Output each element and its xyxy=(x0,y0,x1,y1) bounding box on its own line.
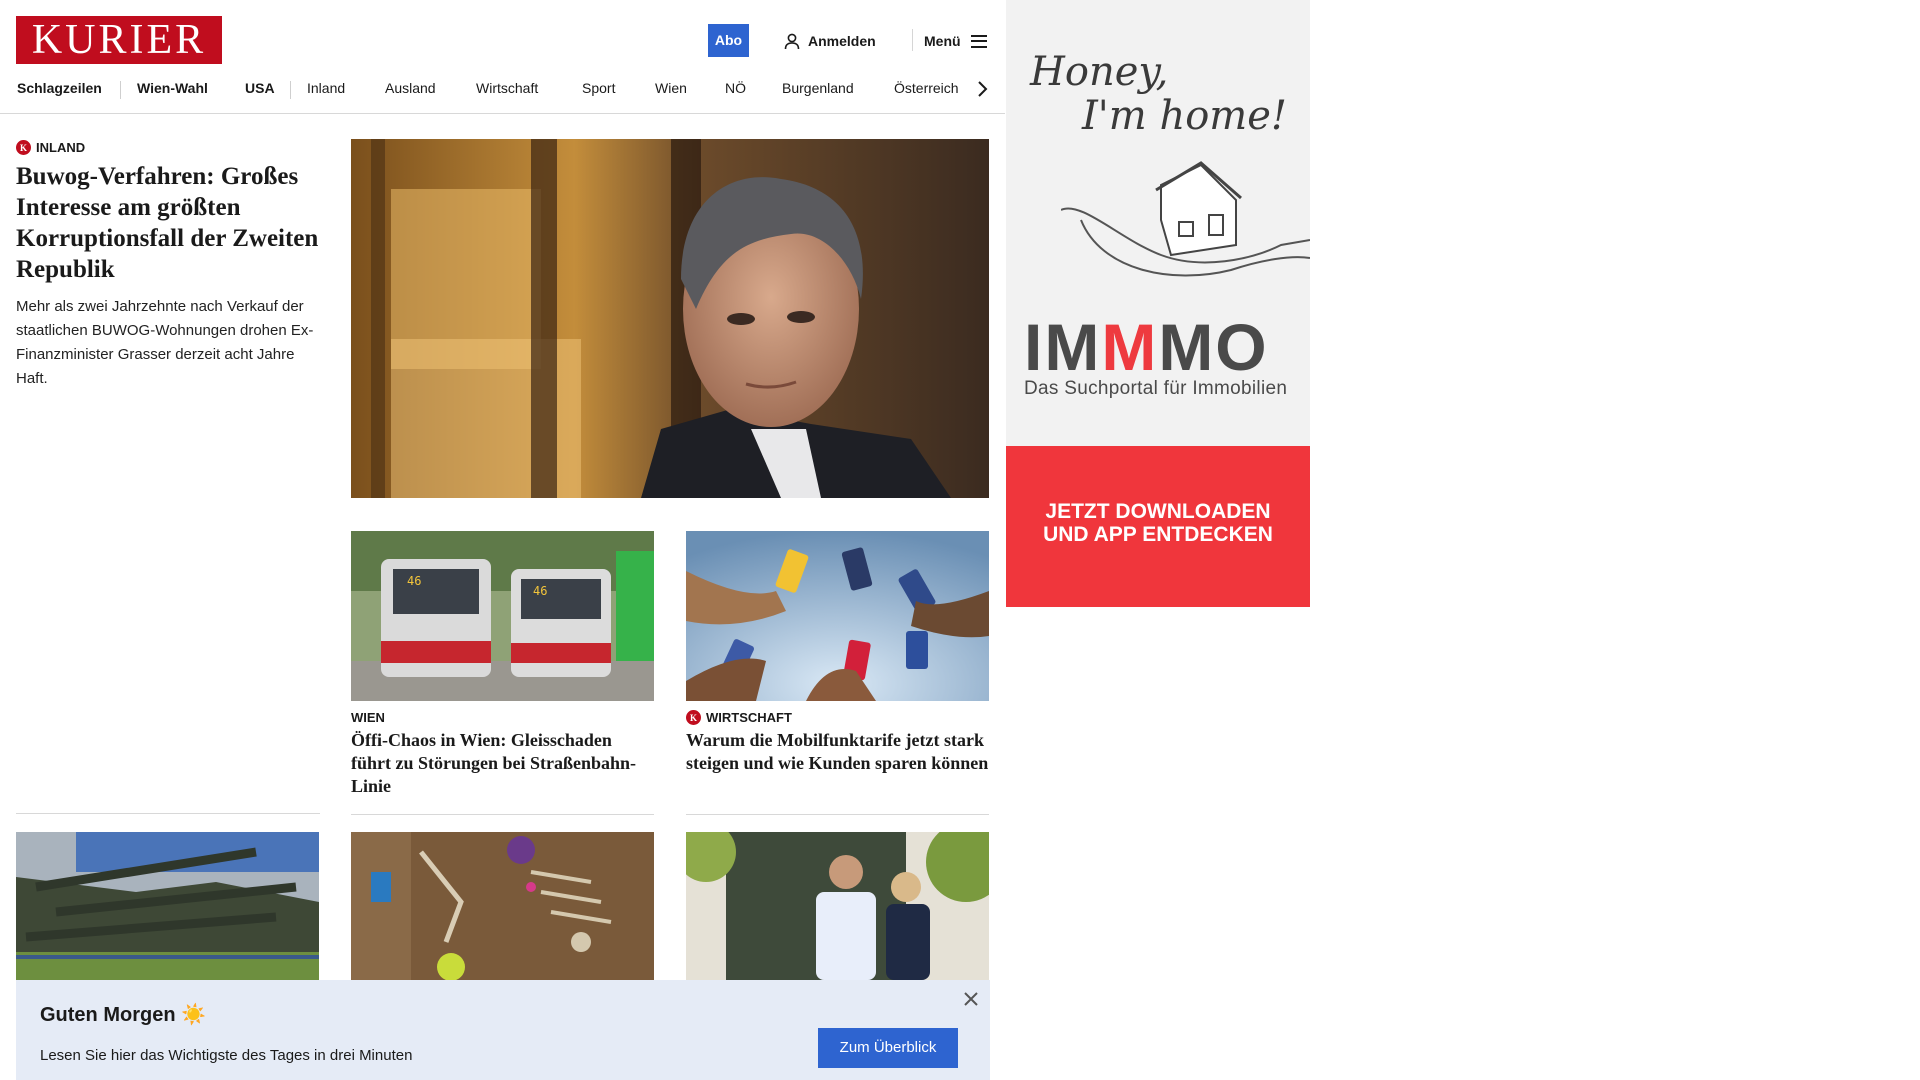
main-column: KURIER Abo Anmelden Menü Schlagzeilen Wi… xyxy=(0,0,1005,1080)
lead-category-label: INLAND xyxy=(36,140,86,155)
kurier-plus-icon: K xyxy=(16,140,31,155)
menu-label: Menü xyxy=(924,33,961,49)
ad-script-text: Honey, I'm home! xyxy=(1030,52,1287,136)
nav-item-oesterreich[interactable]: Österreich xyxy=(894,72,959,105)
teaser-image[interactable] xyxy=(16,832,319,980)
chevron-right-icon[interactable] xyxy=(974,80,990,98)
house-in-hand-icon xyxy=(1061,161,1310,277)
login-label: Anmelden xyxy=(808,33,876,49)
kurier-plus-icon: K xyxy=(686,710,701,725)
lead-image[interactable] xyxy=(351,139,989,498)
teaser-category-label: WIRTSCHAFT xyxy=(706,710,792,725)
category-nav: Schlagzeilen Wien-Wahl USA Inland Auslan… xyxy=(0,72,1005,114)
nav-item-schlagzeilen[interactable]: Schlagzeilen xyxy=(17,72,102,105)
nav-item-sport[interactable]: Sport xyxy=(582,72,615,105)
brand-part3: MO xyxy=(1158,310,1269,384)
teaser-category-label: WIEN xyxy=(351,710,385,725)
nav-item-wien[interactable]: Wien xyxy=(655,72,687,105)
ad-cta-panel[interactable]: JETZT DOWNLOADEN UND APP ENTDECKEN xyxy=(1006,446,1310,607)
nav-item-usa[interactable]: USA xyxy=(245,72,275,105)
immmo-logo: IMMMO xyxy=(1024,312,1269,382)
divider xyxy=(351,814,654,815)
nav-item-wien-wahl[interactable]: Wien-Wahl xyxy=(137,72,208,105)
teaser-headline[interactable]: Öffi-Chaos in Wien: Gleisschaden führt z… xyxy=(351,729,654,798)
ad-cta-line2: UND APP ENTDECKEN xyxy=(1043,523,1273,546)
teaser-card[interactable]: 46 46 WIEN Öffi-Chaos in Wien: Gleisscha… xyxy=(351,531,654,815)
menu-button[interactable]: Menü xyxy=(924,28,987,54)
nav-item-wirtschaft[interactable]: Wirtschaft xyxy=(476,72,538,105)
lead-story[interactable]: K INLAND Buwog-Verfahren: Großes Interes… xyxy=(16,140,320,391)
nav-item-noe[interactable]: NÖ xyxy=(725,72,746,105)
nav-item-ausland[interactable]: Ausland xyxy=(385,72,436,105)
brand-part2: M xyxy=(1101,310,1159,384)
lead-category: K INLAND xyxy=(16,140,320,155)
banner-title: Guten Morgen ☀️ xyxy=(40,1004,207,1026)
svg-text:46: 46 xyxy=(533,584,547,598)
header-divider xyxy=(912,29,913,51)
banner-subtitle: Lesen Sie hier das Wichtigste des Tages … xyxy=(40,1047,413,1064)
kurier-logo[interactable]: KURIER xyxy=(16,16,222,64)
abo-button[interactable]: Abo xyxy=(708,24,749,57)
nav-separator xyxy=(290,81,291,99)
login-button[interactable]: Anmelden xyxy=(784,28,876,54)
teaser-image[interactable]: 46 46 xyxy=(351,531,654,701)
teaser-category: K WIRTSCHAFT xyxy=(686,710,989,725)
ad-top-panel: Honey, I'm home! IMMMO Das Suchportal fü… xyxy=(1006,0,1310,446)
nav-item-inland[interactable]: Inland xyxy=(307,72,345,105)
svg-text:46: 46 xyxy=(407,574,421,588)
immmo-ad[interactable]: Honey, I'm home! IMMMO Das Suchportal fü… xyxy=(1006,0,1310,607)
teaser-image[interactable] xyxy=(351,832,654,980)
teaser-image[interactable] xyxy=(686,531,989,701)
ad-script-line1: Honey, xyxy=(1030,49,1169,95)
nav-separator xyxy=(120,81,121,99)
teaser-category: WIEN xyxy=(351,710,654,725)
teaser-image[interactable] xyxy=(686,832,989,980)
ad-tagline: Das Suchportal für Immobilien xyxy=(1024,378,1288,399)
divider xyxy=(686,814,989,815)
brand-part1: IM xyxy=(1024,310,1102,384)
ad-cta-text[interactable]: JETZT DOWNLOADEN UND APP ENTDECKEN xyxy=(1006,500,1310,546)
lead-headline[interactable]: Buwog-Verfahren: Großes Interesse am grö… xyxy=(16,161,320,285)
lead-teaser-text: Mehr als zwei Jahrzehnte nach Verkauf de… xyxy=(16,298,314,387)
divider xyxy=(16,813,320,814)
ad-script-line2: I'm home! xyxy=(1082,93,1287,139)
teaser-headline[interactable]: Warum die Mobilfunktarife jetzt stark st… xyxy=(686,729,989,775)
teaser-card[interactable]: K WIRTSCHAFT Warum die Mobilfunktarife j… xyxy=(686,531,989,815)
nav-item-burgenland[interactable]: Burgenland xyxy=(782,72,854,105)
user-icon xyxy=(784,33,800,49)
ad-cta-line1: JETZT DOWNLOADEN xyxy=(1045,500,1271,523)
hamburger-icon xyxy=(970,34,987,48)
morning-briefing-banner: Guten Morgen ☀️ Lesen Sie hier das Wicht… xyxy=(16,980,990,1080)
close-icon[interactable] xyxy=(962,990,980,1008)
overview-button[interactable]: Zum Überblick xyxy=(818,1028,958,1068)
